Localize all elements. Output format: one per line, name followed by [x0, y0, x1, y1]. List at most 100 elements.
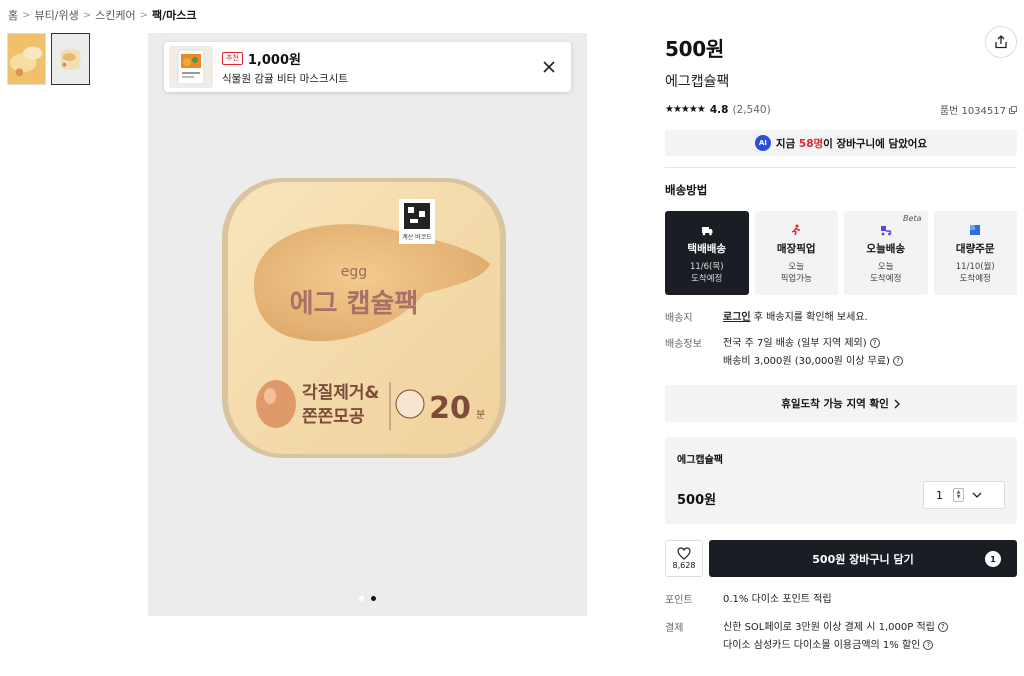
shipping-option-label: 매장픽업: [776, 243, 816, 255]
breadcrumb: 홈 > 뷰티/위생 > 스킨케어 > 팩/마스크: [8, 7, 196, 23]
delivery-destination-key: 배송지: [665, 313, 693, 324]
recommend-thumbnail: [169, 46, 213, 88]
shipping-option-sub: 오늘 도착예정: [870, 262, 902, 284]
breadcrumb-separator: >: [82, 9, 92, 21]
delivery-info-row: 배송정보 전국 주 7일 배송 (일부 지역 제외)? 배송비 3,000원 (…: [665, 335, 1017, 371]
selected-option-box: 에그캡슐팩 500원 1 ▲ ▼: [665, 437, 1017, 524]
copy-icon[interactable]: [1009, 105, 1017, 114]
point-value: 0.1% 다이소 포인트 적립: [723, 594, 832, 605]
quantity-value[interactable]: 1: [936, 489, 943, 502]
box-icon: [968, 223, 982, 237]
purchase-row: 8,628 500원 장바구니 담기 1: [665, 540, 1017, 577]
breadcrumb-skincare[interactable]: 스킨케어: [95, 7, 135, 23]
scooter-icon: [879, 223, 893, 237]
breadcrumb-separator: >: [22, 9, 31, 21]
slide-indicator: [148, 596, 587, 601]
quantity-stepper[interactable]: 1 ▲ ▼: [923, 481, 1005, 509]
recommend-badge: 추천: [222, 51, 243, 65]
recommend-name: 식물원 감귤 비타 마스크시트: [222, 72, 348, 85]
shipping-option-label: 대량주문: [955, 243, 995, 255]
delivery-info-key: 배송정보: [665, 339, 702, 350]
share-icon: [995, 35, 1007, 49]
holiday-delivery-check-button[interactable]: 휴일도착 가능 지역 확인: [665, 385, 1017, 422]
wishlist-button[interactable]: 8,628: [665, 540, 703, 577]
add-to-cart-label: 500원 장바구니 담기: [812, 552, 914, 566]
shipping-section-title: 배송방법: [665, 183, 708, 197]
product-name: 에그캡슐팩: [665, 74, 730, 90]
shipping-options: 택배배송 11/6(목) 도착예정 매장픽업 오늘 픽업가능 Beta 오늘배송 오…: [665, 211, 1017, 295]
thumbnail-1-image: [8, 34, 45, 84]
shipping-option-sub: 11/10(월) 도착예정: [955, 262, 995, 284]
slide-dot-2[interactable]: [371, 596, 376, 601]
shipping-option-parcel[interactable]: 택배배송 11/6(목) 도착예정: [665, 211, 749, 295]
login-link[interactable]: 로그인: [723, 312, 751, 323]
breadcrumb-current[interactable]: 팩/마스크: [152, 7, 197, 23]
star-rating-icon: ★★★★★: [665, 104, 706, 115]
delivery-destination-value: 로그인 후 배송지를 확인해 보세요.: [723, 312, 868, 323]
delivery-info-value: 전국 주 7일 배송 (일부 지역 제외)? 배송비 3,000원 (30,00…: [723, 335, 903, 371]
rating-score: 4.8: [709, 103, 729, 116]
add-to-cart-button[interactable]: 500원 장바구니 담기 1: [709, 540, 1017, 577]
question-icon[interactable]: ?: [869, 338, 880, 348]
point-row: 포인트 0.1% 다이소 포인트 적립: [665, 591, 1017, 609]
chevron-down-icon[interactable]: [972, 491, 982, 499]
wishlist-count: 8,628: [672, 561, 696, 570]
payment-value: 신한 SOL페이로 3만원 이상 결제 시 1,000P 적립? 다이소 삼성카…: [723, 619, 948, 655]
option-name: 에그캡슐팩: [677, 455, 723, 466]
breadcrumb-beauty[interactable]: 뷰티/위생: [35, 7, 79, 23]
payment-key: 결제: [665, 623, 684, 634]
shipping-option-sub: 11/6(목) 도착예정: [689, 262, 724, 284]
payment-row: 결제 신한 SOL페이로 3만원 이상 결제 시 1,000P 적립? 다이소 …: [665, 619, 1017, 655]
cart-notice-prefix: 지금: [775, 137, 799, 150]
ai-badge-icon: AI: [754, 135, 771, 151]
share-button[interactable]: [985, 26, 1017, 58]
minutes-text: 20: [429, 391, 471, 426]
shipping-option-sub: 오늘 픽업가능: [780, 262, 812, 284]
feature-text-2: 쫀쫀모공: [302, 407, 365, 427]
main-product-image[interactable]: 추천 1,000원 식물원 감귤 비타 마스크시트 계산 바코드 egg 에그 …: [148, 33, 587, 616]
recommend-popup[interactable]: 추천 1,000원 식물원 감귤 비타 마스크시트: [164, 42, 571, 92]
shipping-option-label: 오늘배송: [866, 243, 906, 255]
cart-count-notice: AI 지금 58명이 장바구니에 담았어요: [665, 130, 1017, 156]
thumbnail-2-image: [52, 34, 89, 84]
sku-number[interactable]: 품번 1034517: [940, 102, 1017, 117]
breadcrumb-home[interactable]: 홈: [8, 7, 18, 23]
beta-badge: Beta: [903, 214, 922, 223]
product-price: 500원: [665, 37, 724, 61]
holiday-delivery-label: 휴일도착 가능 지역 확인: [781, 398, 889, 410]
quantity-spinner[interactable]: ▲ ▼: [953, 488, 964, 502]
question-icon[interactable]: ?: [923, 640, 934, 650]
option-price: 500원: [677, 493, 717, 508]
review-count-link[interactable]: (2,540): [732, 104, 770, 116]
divider: [665, 167, 1017, 168]
shipping-option-bulk[interactable]: 대량주문 11/10(월) 도착예정: [933, 211, 1017, 295]
cart-notice-count: 58명: [798, 137, 824, 150]
delivery-destination-row: 배송지 로그인 후 배송지를 확인해 보세요.: [665, 309, 1017, 327]
thumbnail-list: [7, 33, 90, 85]
runner-icon: [789, 223, 803, 237]
truck-icon: [700, 223, 714, 237]
question-icon[interactable]: ?: [892, 356, 903, 366]
shipping-option-today[interactable]: Beta 오늘배송 오늘 도착예정: [844, 211, 928, 295]
product-info-panel: 500원 에그캡슐팩 ★★★★★ 4.8 (2,540) 품번 1034517 …: [665, 26, 1017, 655]
product-title-text: 에그 캡슐팩: [290, 289, 419, 319]
product-photo: 계산 바코드 egg 에그 캡슐팩 각질제거& 쫀쫀모공 20 분: [214, 174, 514, 477]
recommend-price: 1,000원: [247, 52, 301, 68]
chevron-right-icon: [894, 399, 900, 408]
heart-icon: [677, 547, 691, 560]
minutes-unit-text: 분: [476, 409, 485, 421]
shipping-option-pickup[interactable]: 매장픽업 오늘 픽업가능: [754, 211, 838, 295]
close-icon[interactable]: [537, 55, 561, 79]
thumbnail-2[interactable]: [51, 33, 90, 85]
thumbnail-1[interactable]: [7, 33, 46, 85]
cart-notice-suffix: 이 장바구니에 담았어요: [823, 137, 928, 150]
breadcrumb-separator: >: [139, 9, 148, 21]
question-icon[interactable]: ?: [937, 622, 948, 632]
product-eng-text: egg: [341, 264, 367, 280]
barcode-label: 계산 바코드: [402, 233, 432, 241]
point-key: 포인트: [665, 595, 693, 606]
slide-dot-1[interactable]: [359, 596, 364, 601]
feature-text-1: 각질제거&: [302, 382, 380, 403]
sku-text: 품번 1034517: [939, 106, 1006, 117]
rating-row: ★★★★★ 4.8 (2,540) 품번 1034517: [665, 102, 1017, 117]
